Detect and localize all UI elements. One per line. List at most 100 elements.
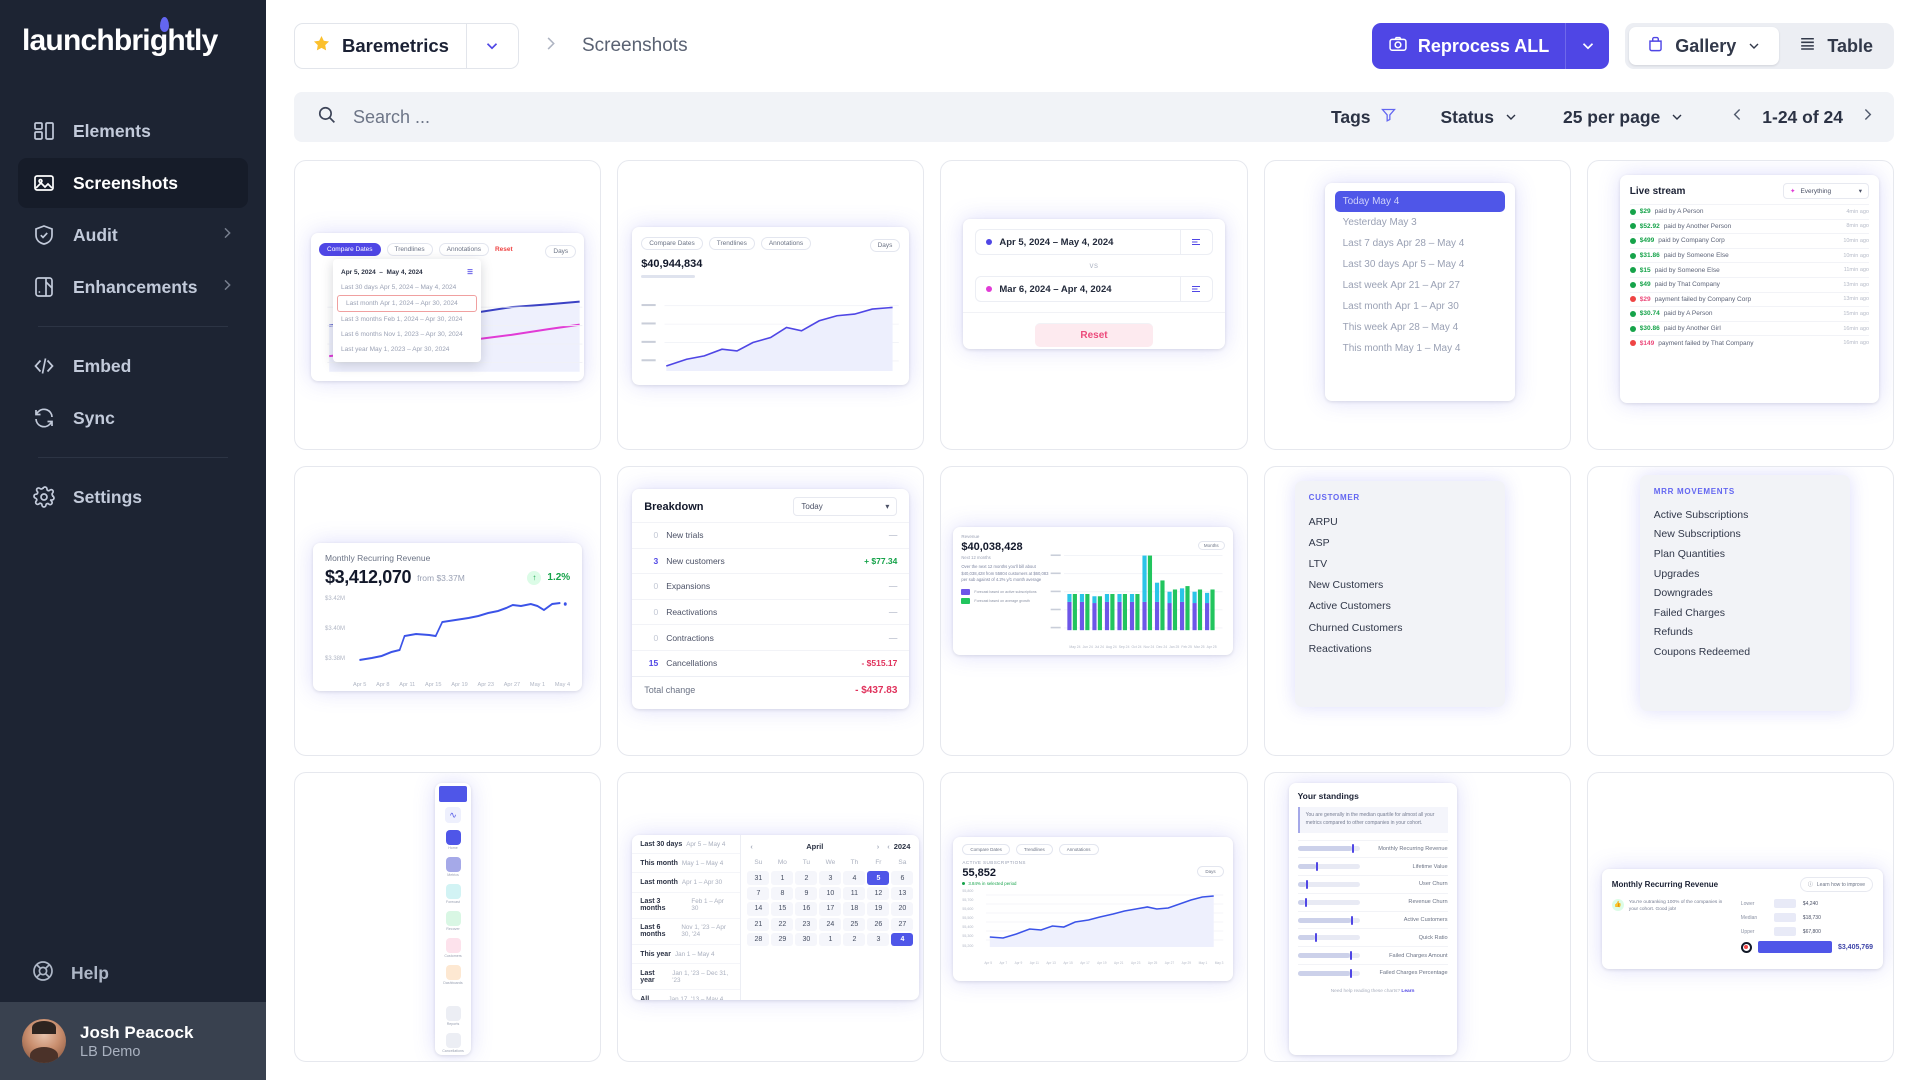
calendar-day[interactable]: 15 xyxy=(771,902,794,916)
sidebar-item-sync[interactable]: Sync xyxy=(18,393,248,443)
user-menu[interactable]: Josh Peacock LB Demo xyxy=(0,1002,266,1080)
list-item[interactable]: LTV xyxy=(1309,553,1491,574)
screenshot-card[interactable]: CUSTOMER ARPU ASP LTV New Customers Acti… xyxy=(1263,466,1571,756)
screenshot-card[interactable]: Compare Dates Trendlines Annotations Res… xyxy=(294,160,602,450)
screenshot-card[interactable]: Last 30 days Apr 5 – May 4 This month May … xyxy=(617,772,925,1062)
live-stream-filter[interactable]: ✦ Everything ▾ xyxy=(1783,183,1869,199)
date-preset-item[interactable]: This year Jan 1 – May 4 xyxy=(632,945,741,965)
reset-button[interactable]: Reset xyxy=(1034,323,1153,347)
sidebar-item-embed[interactable]: Embed xyxy=(18,341,248,391)
sidebar-item-elements[interactable]: Elements xyxy=(18,106,248,156)
help-button[interactable]: Help xyxy=(0,944,266,1002)
screenshot-card[interactable]: Revenue $40,038,428 Next 12 months Over … xyxy=(940,466,1248,756)
date-preset-item[interactable]: Yesterday May 3 xyxy=(1335,212,1505,233)
screenshot-card[interactable]: Compare Dates Trendlines Annotations ACT… xyxy=(940,772,1248,1062)
screenshot-card[interactable]: Live stream ✦ Everything ▾ $29 paid by A … xyxy=(1586,160,1894,450)
primary-range-row[interactable]: Apr 5, 2024 – May 4, 2024 xyxy=(975,229,1213,255)
date-preset-item[interactable]: Last 30 days Apr 5 – May 4 xyxy=(1335,254,1505,275)
menu-item[interactable]: Last 3 months Feb 1, 2024 – Apr 30, 2024 xyxy=(333,312,481,327)
calendar-day[interactable]: 2 xyxy=(795,871,818,885)
list-item[interactable]: Upgrades xyxy=(1654,564,1836,584)
nav-icon-customers[interactable] xyxy=(445,938,461,953)
view-table-button[interactable]: Table xyxy=(1781,27,1890,65)
calendar-day[interactable]: 17 xyxy=(819,902,842,916)
primary-range-menu-icon[interactable] xyxy=(1179,230,1212,254)
calendar-day[interactable]: 6 xyxy=(891,871,914,885)
calendar-day-selected[interactable]: 5 xyxy=(867,871,890,885)
project-selector[interactable]: Baremetrics xyxy=(295,24,466,68)
calendar-day[interactable]: 7 xyxy=(747,886,770,901)
list-item[interactable]: Plan Quantities xyxy=(1654,544,1836,564)
nav-icon-metrics[interactable] xyxy=(445,857,461,872)
date-preset-item[interactable]: Last month Apr 1 – Apr 30 xyxy=(632,873,741,893)
calendar-day[interactable]: 3 xyxy=(819,871,842,885)
list-item[interactable]: Downgrades xyxy=(1654,583,1836,603)
screenshot-card[interactable]: Your standings You are generally in the … xyxy=(1263,772,1571,1062)
prev-month-button[interactable]: ‹ xyxy=(750,842,753,851)
date-preset-item[interactable]: Last year Jan 1, '23 – Dec 31, '23 xyxy=(632,964,741,991)
next-page-button[interactable] xyxy=(1859,106,1876,129)
nav-icon-forecast[interactable] xyxy=(445,884,461,899)
screenshot-card[interactable]: Apr 5, 2024 – May 4, 2024 vs Mar 6, 2024… xyxy=(940,160,1248,450)
screenshot-card[interactable]: Breakdown Today ▾ 0 New trials — 3 New custo… xyxy=(617,466,925,756)
next-month-button[interactable]: › xyxy=(877,842,880,851)
calendar-day[interactable]: 1 xyxy=(771,871,794,885)
calendar-day[interactable]: 28 xyxy=(747,932,770,947)
menu-item[interactable]: Last month Apr 1, 2024 – Apr 30, 2024 xyxy=(337,295,477,312)
calendar-day[interactable]: 16 xyxy=(795,902,818,916)
per-page-button[interactable]: 25 per page xyxy=(1541,107,1707,128)
calendar-day[interactable]: 8 xyxy=(771,886,794,901)
view-gallery-button[interactable]: Gallery xyxy=(1629,27,1780,65)
project-dropdown-button[interactable] xyxy=(465,24,518,68)
nav-icon-dashboards[interactable] xyxy=(445,965,461,980)
search-input[interactable] xyxy=(353,106,1309,128)
calendar-day[interactable]: 13 xyxy=(891,886,914,901)
screenshot-card[interactable]: Monthly Recurring Revenue ⓘ Learn how to … xyxy=(1586,772,1894,1062)
calendar-day[interactable]: 20 xyxy=(891,902,914,916)
calendar-day[interactable]: 10 xyxy=(819,886,842,901)
calendar-day[interactable]: 9 xyxy=(795,886,818,901)
secondary-range-menu-icon[interactable] xyxy=(1179,277,1212,301)
menu-item[interactable]: Last 6 months Nov 1, 2023 – Apr 30, 2024 xyxy=(333,327,481,342)
calendar-day[interactable]: 11 xyxy=(843,886,866,901)
sidebar-item-enhancements[interactable]: Enhancements xyxy=(18,262,248,312)
list-item[interactable]: Active Customers xyxy=(1309,596,1491,617)
nav-icon-home[interactable] xyxy=(445,830,461,845)
list-item[interactable]: Failed Charges xyxy=(1654,603,1836,623)
list-item[interactable]: Coupons Redeemed xyxy=(1654,642,1836,662)
nav-icon-cancellations[interactable] xyxy=(445,1033,461,1048)
date-preset-item[interactable]: Last 7 days Apr 28 – May 4 xyxy=(1335,233,1505,254)
calendar-day[interactable]: 31 xyxy=(747,871,770,885)
brand-logo[interactable]: launchbrightly xyxy=(0,0,266,88)
learn-how-to-improve-button[interactable]: ⓘ Learn how to improve xyxy=(1799,877,1873,892)
menu-item[interactable]: Last 30 days Apr 5, 2024 – May 4, 2024 xyxy=(333,280,481,295)
nav-icon-reports[interactable] xyxy=(445,1006,461,1021)
calendar-day-selected[interactable]: 4 xyxy=(891,932,914,947)
nav-icon-recover[interactable] xyxy=(445,911,461,926)
sidebar-item-settings[interactable]: Settings xyxy=(18,472,248,522)
date-preset-item[interactable]: This month May 1 – May 4 xyxy=(1335,338,1505,359)
sidebar-item-audit[interactable]: Audit xyxy=(18,210,248,260)
list-item[interactable]: ASP xyxy=(1309,532,1491,553)
screenshot-card[interactable]: Compare Dates Trendlines Annotations Day… xyxy=(617,160,925,450)
calendar-day[interactable]: 26 xyxy=(867,917,890,931)
menu-item[interactable]: Last year May 1, 2023 – Apr 30, 2024 xyxy=(333,342,481,357)
calendar-day[interactable]: 12 xyxy=(867,886,890,901)
calendar-day[interactable]: 3 xyxy=(867,932,890,947)
calendar-day[interactable]: 27 xyxy=(891,917,914,931)
calendar-day[interactable]: 18 xyxy=(843,902,866,916)
tags-filter-button[interactable]: Tags xyxy=(1309,106,1419,128)
list-item[interactable]: Active Subscriptions xyxy=(1654,505,1836,525)
calendar-day[interactable]: 30 xyxy=(795,932,818,947)
date-preset-item[interactable]: Last 3 months Feb 1 – Apr 30 xyxy=(632,893,741,919)
calendar-day[interactable]: 23 xyxy=(795,917,818,931)
date-preset-item[interactable]: Last week Apr 21 – Apr 27 xyxy=(1335,275,1505,296)
list-item[interactable]: Refunds xyxy=(1654,623,1836,643)
reprocess-dropdown-button[interactable] xyxy=(1565,23,1609,69)
calendar-day[interactable]: 2 xyxy=(843,932,866,947)
calendar-day[interactable]: 22 xyxy=(771,917,794,931)
screenshot-card[interactable]: Today May 4 Yesterday May 3 Last 7 days … xyxy=(1263,160,1571,450)
screenshot-card[interactable]: Monthly Recurring Revenue $3,412,070 fro… xyxy=(294,466,602,756)
list-item[interactable]: New Subscriptions xyxy=(1654,525,1836,545)
status-filter-button[interactable]: Status xyxy=(1419,107,1541,128)
